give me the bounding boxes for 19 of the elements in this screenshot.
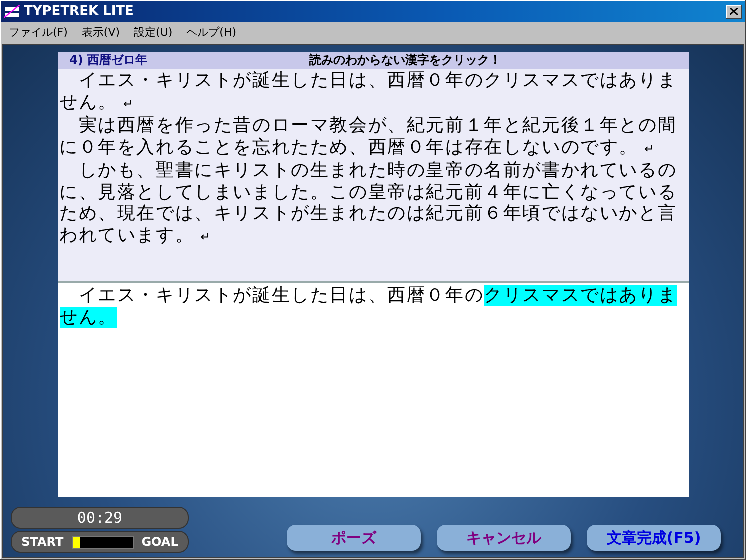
menu-item[interactable]: 設定(U) (130, 24, 177, 40)
app-logo-icon (4, 4, 20, 18)
pause-button[interactable]: ポーズ (287, 525, 421, 551)
close-icon (730, 8, 738, 15)
start-label: START (22, 535, 64, 549)
source-paragraph: 実は西暦を作った昔のローマ教会が、紀元前１年と紀元後１年との間に０年を入れることを忘れたため、西暦０年は存在しないのです。 ↵ (60, 115, 678, 160)
source-paragraph: しかも、聖書にキリストの生まれた時の皇帝の名前が書かれているのに、見落としてしまいました。この皇帝は紀元前４年に亡くなっているため、現在では、キリストが生まれたのは紀元前６年頃ではないかと言われています。 ↵ (60, 160, 678, 248)
finish-button[interactable]: 文章完成(F5) (587, 525, 721, 551)
lesson-title: 4) 西暦ゼロ年 (70, 52, 149, 69)
window-title: TYPETREK LITE (24, 4, 134, 19)
timer-display: 00:29 (11, 507, 189, 529)
menu-item[interactable]: ヘルプ(H) (182, 24, 241, 40)
goal-label: GOAL (142, 535, 178, 549)
source-paragraph: イエス・キリストが誕生した日は、西暦０年のクリスマスではありません。 ↵ (60, 70, 678, 114)
menu-item[interactable]: ファイル(F) (5, 24, 72, 40)
cancel-button[interactable]: キャンセル (437, 525, 571, 551)
menu-item[interactable]: 表示(V) (78, 24, 124, 40)
close-button[interactable] (726, 4, 742, 18)
instruction-text: 読みのわからない漢字をクリック！ (310, 52, 502, 69)
